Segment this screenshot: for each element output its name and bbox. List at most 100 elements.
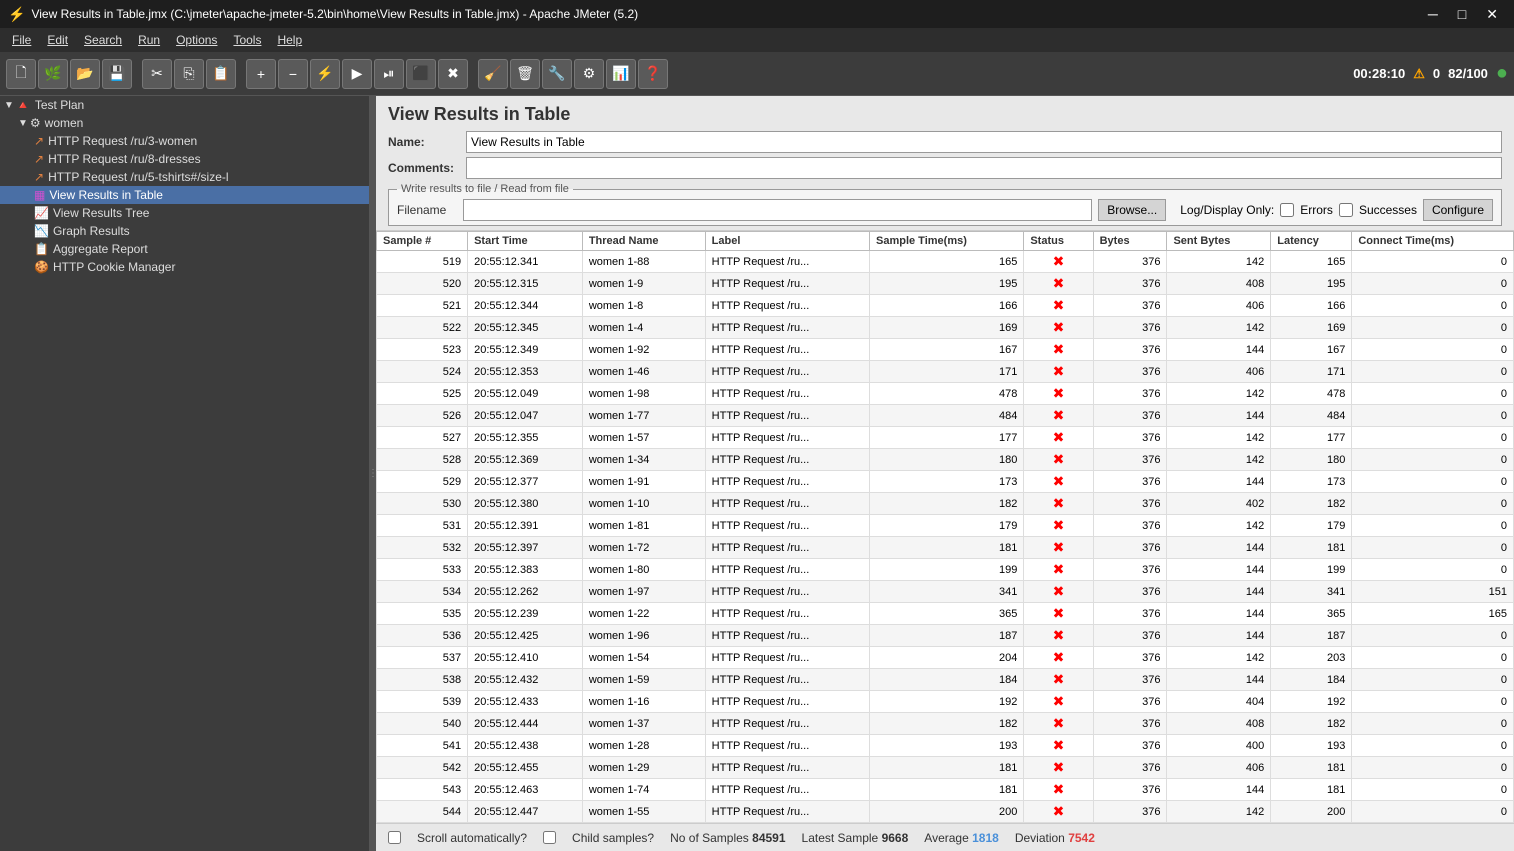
templates-button[interactable]: 🌿 [38,59,68,89]
status-error-icon: ✖ [1053,737,1065,753]
child-samples-checkbox[interactable] [543,831,556,844]
table-row[interactable]: 54220:55:12.455women 1-29HTTP Request /r… [377,757,1514,779]
table-row[interactable]: 52220:55:12.345women 1-4HTTP Request /ru… [377,317,1514,339]
table-cell: 0 [1352,669,1514,691]
table-cell: 142 [1167,449,1271,471]
menu-item-file[interactable]: File [4,31,39,49]
table-row[interactable]: 52020:55:12.315women 1-9HTTP Request /ru… [377,273,1514,295]
table-row[interactable]: 54420:55:12.447women 1-55HTTP Request /r… [377,801,1514,823]
menu-item-tools[interactable]: Tools [225,31,269,49]
collapse-button[interactable]: − [278,59,308,89]
table-row[interactable]: 51920:55:12.341women 1-88HTTP Request /r… [377,251,1514,273]
comments-input[interactable] [466,157,1502,179]
table-row[interactable]: 52920:55:12.377women 1-91HTTP Request /r… [377,471,1514,493]
table-row[interactable]: 53220:55:12.397women 1-72HTTP Request /r… [377,537,1514,559]
help-button[interactable]: ❓ [638,59,668,89]
successes-checkbox[interactable] [1339,203,1353,217]
table-row[interactable]: 53820:55:12.432women 1-59HTTP Request /r… [377,669,1514,691]
tree-item-women[interactable]: ▼⚙women [0,114,369,132]
clear-button[interactable]: 🧹 [478,59,508,89]
table-row[interactable]: 53620:55:12.425women 1-96HTTP Request /r… [377,625,1514,647]
table-row[interactable]: 54120:55:12.438women 1-28HTTP Request /r… [377,735,1514,757]
table-row[interactable]: 52420:55:12.353women 1-46HTTP Request /r… [377,361,1514,383]
table-row[interactable]: 54020:55:12.444women 1-37HTTP Request /r… [377,713,1514,735]
shutdown-button[interactable]: ✖ [438,59,468,89]
table-cell: ✖ [1024,691,1093,713]
results-tree-button[interactable]: 📊 [606,59,636,89]
latest-sample-label: Latest Sample [802,831,879,845]
table-row[interactable]: 52720:55:12.355women 1-57HTTP Request /r… [377,427,1514,449]
name-input[interactable] [466,131,1502,153]
tree-item-graph-results[interactable]: 📉Graph Results [0,222,369,240]
table-cell: women 1-46 [582,361,705,383]
clear-all-button[interactable]: 🗑 [510,59,540,89]
tree-item-test-plan[interactable]: ▼🔺Test Plan [0,96,369,114]
start-button[interactable]: ▶ [342,59,372,89]
table-row[interactable]: 53520:55:12.239women 1-22HTTP Request /r… [377,603,1514,625]
menu-item-help[interactable]: Help [269,31,310,49]
menu-item-edit[interactable]: Edit [39,31,76,49]
table-row[interactable]: 53920:55:12.433women 1-16HTTP Request /r… [377,691,1514,713]
scroll-automatically-checkbox[interactable] [388,831,401,844]
tree-item-http-req-1[interactable]: ↗HTTP Request /ru/3-women [0,132,369,150]
new-button[interactable]: 🗋 [6,59,36,89]
results-table: Sample #Start TimeThread NameLabelSample… [376,231,1514,823]
stop-button[interactable]: ⬛ [406,59,436,89]
table-row[interactable]: 52320:55:12.349women 1-92HTTP Request /r… [377,339,1514,361]
table-cell: 182 [1271,493,1352,515]
close-button[interactable]: ✕ [1478,4,1506,25]
table-cell: 173 [1271,471,1352,493]
table-cell: women 1-74 [582,779,705,801]
table-cell: 376 [1093,383,1167,405]
table-row[interactable]: 52820:55:12.369women 1-34HTTP Request /r… [377,449,1514,471]
function-helper[interactable]: ⚙ [574,59,604,89]
tree-item-http-cookie[interactable]: 🍪HTTP Cookie Manager [0,258,369,276]
table-row[interactable]: 52520:55:12.049women 1-98HTTP Request /r… [377,383,1514,405]
tree-item-aggregate-report[interactable]: 📋Aggregate Report [0,240,369,258]
browse-button[interactable]: Browse... [1098,199,1166,221]
child-samples-label: Child samples? [572,831,654,845]
filename-input[interactable] [463,199,1092,221]
tree-item-view-results-table[interactable]: ▦View Results in Table [0,186,369,204]
table-row[interactable]: 54320:55:12.463women 1-74HTTP Request /r… [377,779,1514,801]
tree-item-http-req-2[interactable]: ↗HTTP Request /ru/8-dresses [0,150,369,168]
errors-checkbox[interactable] [1280,203,1294,217]
table-row[interactable]: 53720:55:12.410women 1-54HTTP Request /r… [377,647,1514,669]
status-error-icon: ✖ [1053,627,1065,643]
table-row[interactable]: 53120:55:12.391women 1-81HTTP Request /r… [377,515,1514,537]
table-row[interactable]: 52620:55:12.047women 1-77HTTP Request /r… [377,405,1514,427]
menu-item-search[interactable]: Search [76,31,130,49]
expand-button[interactable]: + [246,59,276,89]
tree-item-view-results-tree[interactable]: 📈View Results Tree [0,204,369,222]
minimize-button[interactable]: ─ [1420,4,1446,25]
open-button[interactable]: 📂 [70,59,100,89]
table-row[interactable]: 53420:55:12.262women 1-97HTTP Request /r… [377,581,1514,603]
menu-item-run[interactable]: Run [130,31,168,49]
table-row[interactable]: 53020:55:12.380women 1-10HTTP Request /r… [377,493,1514,515]
status-error-icon: ✖ [1053,803,1065,819]
cut-button[interactable]: ✂ [142,59,172,89]
copy-button[interactable]: ⎘ [174,59,204,89]
configure-button[interactable]: Configure [1423,199,1493,221]
remote-button[interactable]: 🔧 [542,59,572,89]
table-cell: 484 [1271,405,1352,427]
table-cell: 165 [1352,603,1514,625]
table-cell: women 1-72 [582,537,705,559]
status-error-icon: ✖ [1053,561,1065,577]
save-button[interactable]: 💾 [102,59,132,89]
tree-item-http-req-3[interactable]: ↗HTTP Request /ru/5-tshirts#/size-l [0,168,369,186]
paste-button[interactable]: 📋 [206,59,236,89]
table-cell: 20:55:12.410 [468,647,583,669]
menu-item-options[interactable]: Options [168,31,225,49]
table-cell: HTTP Request /ru... [705,361,869,383]
start-no-pause[interactable]: ⏯ [374,59,404,89]
table-row[interactable]: 52120:55:12.344women 1-8HTTP Request /ru… [377,295,1514,317]
latest-sample-stat: Latest Sample 9668 [802,831,909,845]
table-cell: 376 [1093,493,1167,515]
table-cell: 142 [1167,427,1271,449]
table-cell: women 1-55 [582,801,705,823]
toggle-button[interactable]: ⚡ [310,59,340,89]
maximize-button[interactable]: □ [1450,4,1474,25]
name-label: Name: [388,135,458,149]
table-row[interactable]: 53320:55:12.383women 1-80HTTP Request /r… [377,559,1514,581]
